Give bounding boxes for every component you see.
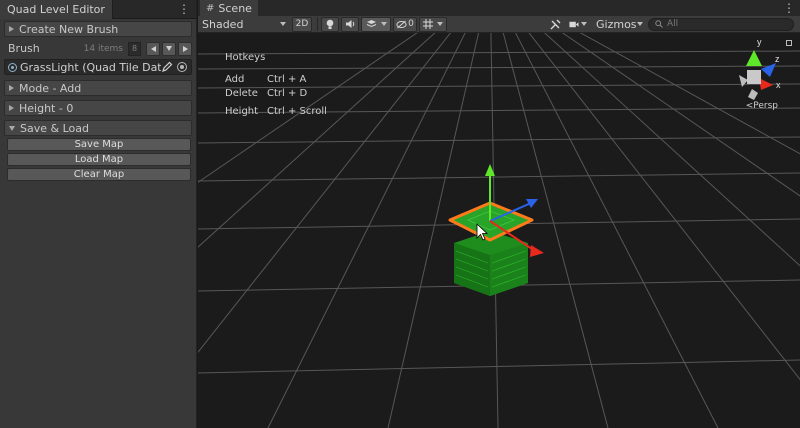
panel-tab-strip: Quad Level Editor ⋮ [0,0,196,19]
foldout-arrow-icon [9,26,14,32]
previous-brush-button[interactable] [146,41,160,56]
projection-label: Persp [753,101,778,111]
hotkey-row: Height Ctrl + Scroll [225,106,327,120]
brush-index-field[interactable]: 8 [128,41,141,56]
hotkey-keys: Ctrl + Scroll [267,106,327,117]
shading-mode-dropdown[interactable]: Shaded [198,16,290,32]
arrow-left-icon [150,45,156,52]
toolbar-divider [317,17,318,31]
brush-dropdown-button[interactable] [162,41,176,56]
scene-toolbar: Shaded 2D 0 Gizmos All [198,16,800,33]
foldout-arrow-icon [9,105,14,111]
search-placeholder: All [667,19,679,29]
tab-scene-label: Scene [218,1,252,15]
orientation-gizmo[interactable]: y z x [739,37,781,100]
scriptable-object-icon [8,62,17,72]
audio-toggle-button[interactable] [341,16,359,32]
camera-icon [569,21,579,27]
hotkey-keys: Ctrl + A [267,74,307,85]
x-axis-handle [530,245,544,257]
camera-dropdown-button[interactable] [566,16,590,32]
gizmo-y-cone [746,50,762,66]
mode-label: Mode - Add [19,81,82,95]
mode-foldout[interactable]: Mode - Add [4,80,192,96]
chevron-down-icon [280,22,286,26]
tab-scene[interactable]: # Scene [200,0,258,16]
gizmo-z-label: z [775,54,780,64]
gizmo-x-cone [759,78,773,90]
object-picker-icon[interactable] [177,62,187,72]
grid-dropdown-button[interactable] [419,16,447,32]
save-load-foldout[interactable]: Save & Load [4,120,192,136]
shading-mode-value: Shaded [202,17,244,31]
hotkey-keys: Ctrl + D [267,88,308,99]
clear-map-button[interactable]: Clear Map [7,168,191,181]
height-foldout[interactable]: Height - 0 [4,100,192,116]
gizmo-z-cone [761,63,776,77]
create-new-brush-label: Create New Brush [19,22,119,36]
tab-quad-level-editor[interactable]: Quad Level Editor [0,0,113,19]
effects-dropdown-button[interactable] [361,16,391,32]
hidden-objects-count: 0 [408,19,414,29]
hotkeys-title: Hotkeys [225,52,266,63]
height-label: Height - 0 [19,101,74,115]
arrow-right-icon [182,45,188,52]
create-new-brush-foldout[interactable]: Create New Brush [4,21,192,37]
tools-icon [550,19,560,29]
load-map-button[interactable]: Load Map [7,153,191,166]
foldout-arrow-icon [9,85,14,91]
quad-level-editor-panel: Quad Level Editor ⋮ Create New Brush Bru… [0,0,197,428]
hidden-eye-icon [396,20,407,28]
tab-quad-level-editor-label: Quad Level Editor [7,3,105,16]
gizmo-y-label: y [757,37,762,47]
brush-count: 14 items [83,43,123,54]
hotkey-row: Delete Ctrl + D [225,88,327,102]
save-load-label: Save & Load [20,121,89,135]
effects-layers-icon [366,20,376,28]
lightbulb-icon [326,19,334,29]
hotkey-row: Add Ctrl + A [225,74,327,88]
pencil-icon[interactable] [161,61,173,73]
search-icon [655,20,663,28]
tools-button[interactable] [546,16,564,32]
next-brush-button[interactable] [178,41,192,56]
arrow-down-icon [166,46,172,51]
scene-search-input[interactable]: All [648,17,794,31]
chevron-down-icon [380,22,387,26]
2d-toggle-button[interactable]: 2D [292,16,312,32]
gizmos-dropdown[interactable]: Gizmos [592,16,643,32]
brush-object-field[interactable]: GrassLight (Quad Tile Data) [4,59,192,75]
hotkey-action: Delete [225,88,258,99]
save-map-button[interactable]: Save Map [7,138,191,151]
hotkey-action: Add [225,74,245,85]
lighting-toggle-button[interactable] [321,16,339,32]
panel-menu-icon[interactable]: ⋮ [178,2,190,16]
hidden-objects-button[interactable]: 0 [393,16,417,32]
foldout-arrow-expanded-icon [9,125,15,131]
speaker-icon [345,20,354,28]
chevron-down-icon [636,22,643,26]
scene-view[interactable]: # Scene ⋮ Shaded 2D 0 Gizmos All y z x H… [198,0,800,428]
brush-label: Brush [8,42,40,55]
hotkey-action: Height [225,106,259,117]
brush-row: Brush 14 items 8 [4,40,192,57]
lock-icon[interactable] [786,40,792,46]
chevron-down-icon [581,22,587,26]
chevron-down-icon [437,22,443,26]
scene-grid-icon: # [206,2,215,14]
hotkeys-overlay: Hotkeys Add Ctrl + A Delete Ctrl + D Hei… [225,52,327,120]
scene-menu-icon[interactable]: ⋮ [783,1,795,15]
brush-object-value: GrassLight (Quad Tile Data) [20,60,161,74]
gizmos-label: Gizmos [596,17,637,31]
scene-tab-strip: # Scene ⋮ [198,0,800,16]
grid-icon [423,19,433,29]
gizmo-x-label: x [776,80,781,90]
projection-toggle[interactable]: <Persp [746,101,778,111]
